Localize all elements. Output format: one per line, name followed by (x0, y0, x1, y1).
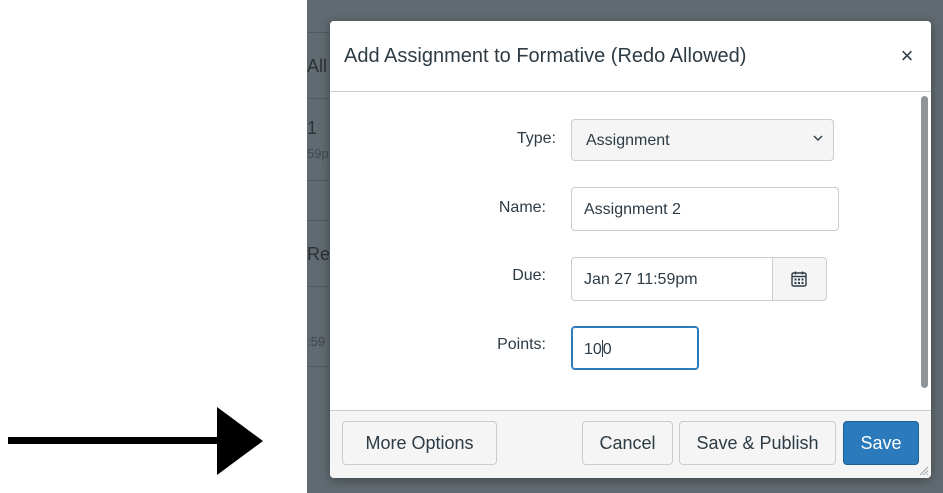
dialog-footer: More Options Cancel Save & Publish Save (330, 410, 931, 478)
background-text: 1 (307, 118, 318, 138)
background-text: :59 (307, 334, 326, 349)
type-select-value: Assignment (586, 132, 670, 149)
close-icon: × (900, 43, 914, 68)
dialog-title: Add Assignment to Formative (Redo Allowe… (344, 45, 747, 67)
dialog-header: Add Assignment to Formative (Redo Allowe… (330, 21, 931, 92)
points-input[interactable]: 100 (571, 326, 699, 370)
type-label: Type: (516, 130, 556, 147)
background-text: Red (307, 244, 329, 264)
points-text-after-caret: 0 (602, 341, 612, 358)
dialog-body: Type: Assignment Name: Assignment 2 Due:… (330, 92, 931, 410)
name-input[interactable]: Assignment 2 (571, 187, 839, 231)
close-button[interactable]: × (895, 43, 919, 69)
cancel-button[interactable]: Cancel (582, 421, 673, 465)
save-and-publish-button[interactable]: Save & Publish (679, 421, 836, 465)
calendar-icon (791, 271, 807, 287)
due-date-input[interactable]: Jan 27 11:59pm (571, 257, 773, 301)
date-picker-button[interactable] (772, 257, 827, 301)
due-label: Due: (512, 267, 546, 284)
type-select[interactable]: Assignment (571, 119, 834, 161)
resize-handle-icon[interactable] (917, 464, 929, 476)
dialog-scrollbar[interactable] (921, 96, 928, 388)
points-label: Points: (497, 336, 546, 353)
name-input-value: Assignment 2 (584, 201, 681, 218)
arrow-shaft (8, 437, 223, 444)
more-options-button[interactable]: More Options (342, 421, 497, 465)
due-date-value: Jan 27 11:59pm (584, 271, 698, 288)
chevron-down-icon (813, 135, 823, 141)
add-assignment-dialog: Add Assignment to Formative (Redo Allowe… (330, 21, 931, 478)
save-button[interactable]: Save (843, 421, 919, 465)
name-label: Name: (498, 199, 546, 216)
arrow-head (217, 407, 263, 475)
points-text-before-caret: 10 (584, 341, 602, 358)
points-input-value: 100 (584, 340, 612, 359)
background-text: 59p (307, 146, 329, 161)
background-text: All (307, 56, 328, 76)
